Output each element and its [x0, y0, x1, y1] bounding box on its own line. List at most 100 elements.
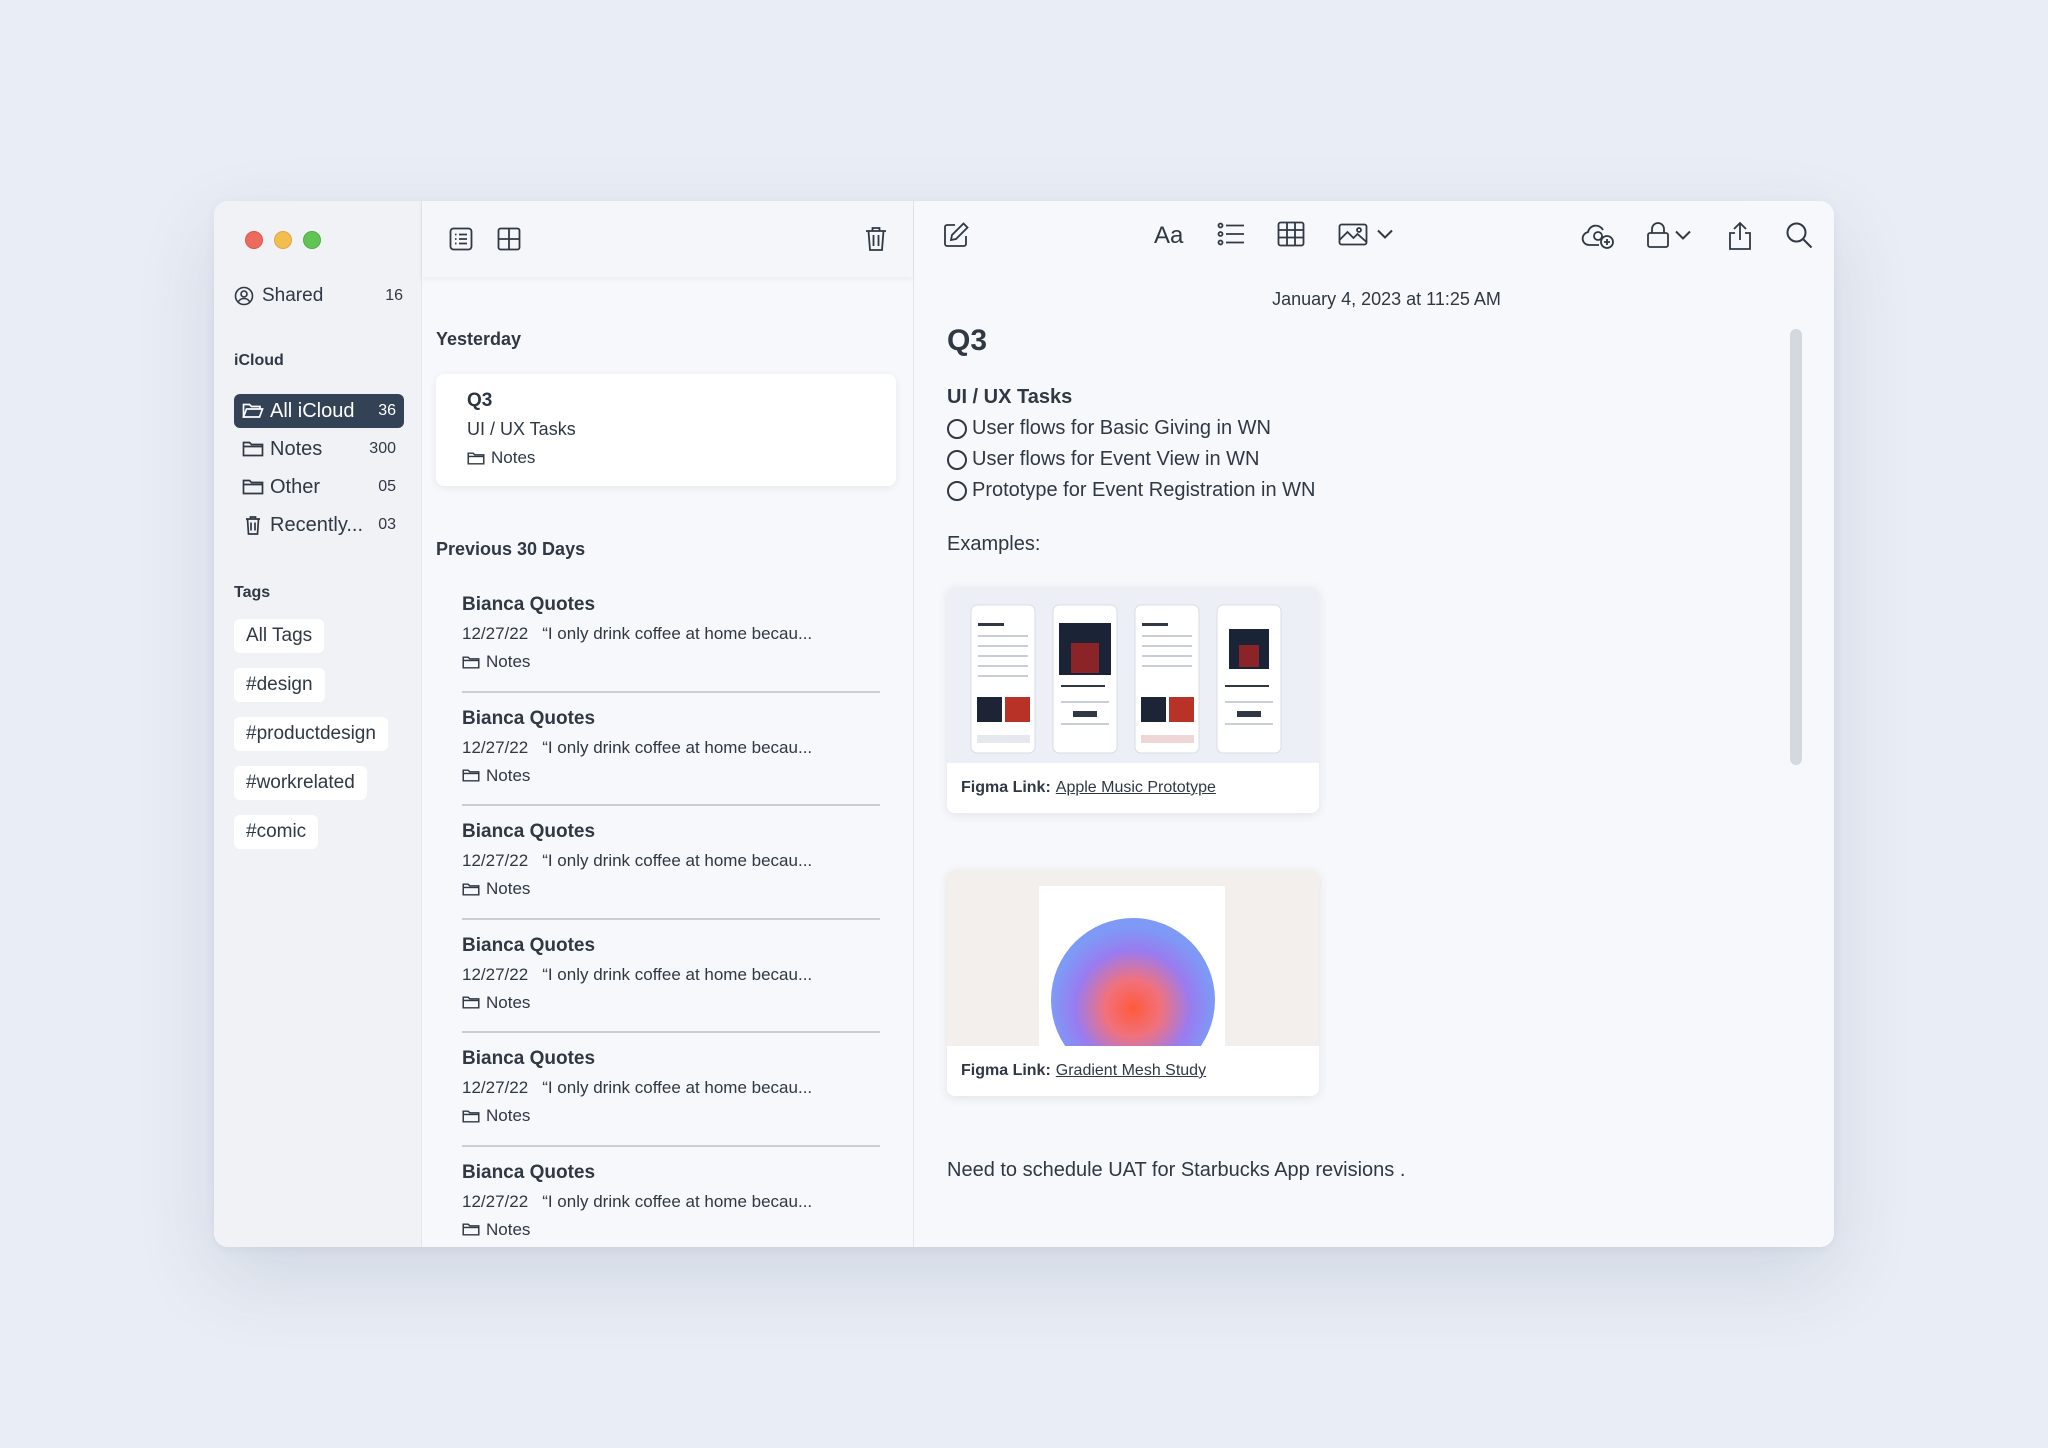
group-label-previous-30-days: Previous 30 Days	[436, 539, 586, 559]
sidebar-item-notes[interactable]: Notes 300	[234, 432, 404, 466]
note-title: Bianca Quotes	[462, 707, 596, 729]
new-note-button[interactable]	[942, 221, 970, 249]
note-date: 12/27/22	[462, 851, 529, 870]
table-button[interactable]	[1277, 221, 1305, 247]
note-title[interactable]: Q3	[947, 324, 987, 358]
note-title: Bianca Quotes	[462, 1048, 596, 1069]
sidebar-item-shared[interactable]: Shared 16	[234, 285, 403, 307]
folder-open-icon	[242, 403, 264, 418]
list-item[interactable]: Bianca Quotes 12/27/22 “I only drink coff…	[462, 920, 880, 1034]
checkbox[interactable]	[947, 480, 967, 501]
list-item[interactable]: Bianca Quotes 12/27/22 “I only drink coff…	[462, 806, 880, 920]
list-item[interactable]: Bianca Quotes 12/27/22 “I only drink coff…	[462, 579, 880, 693]
tag-comic[interactable]: #comic	[234, 815, 319, 849]
folder-icon	[462, 1223, 480, 1236]
checklist-item[interactable]: User flows for Basic Giving in WN	[947, 413, 1747, 444]
checklist-item-text: User flows for Event View in WN	[972, 448, 1260, 470]
note-card-selected[interactable]: Q3 UI / UX Tasks Notes	[436, 374, 896, 486]
note-date: 12/27/22	[462, 624, 529, 643]
folder-list: All iCloud 36 Notes 300 Other 05 Recentl…	[234, 394, 404, 546]
minimize-window-button[interactable]	[274, 231, 292, 249]
figma-embed-apple-music[interactable]: Figma Link: Apple Music Prototype	[947, 587, 1319, 813]
checkbox[interactable]	[947, 418, 967, 439]
list-item[interactable]: Bianca Quotes 12/27/22 “I only drink coff…	[462, 1033, 880, 1147]
note-preview: “I only drink coffee at home becau...	[542, 851, 813, 870]
embed-caption: Figma Link: Apple Music Prototype	[947, 763, 1319, 813]
editor-scrollbar[interactable]	[1790, 329, 1802, 765]
note-folder: Notes	[462, 990, 880, 1016]
note-meta: 12/27/22 “I only drink coffee at home bec…	[462, 846, 880, 876]
prototype-screens-image	[947, 587, 1319, 763]
sidebar-item-label: Recently...	[270, 513, 363, 536]
list-view-button[interactable]	[448, 226, 474, 252]
list-item[interactable]: Bianca Quotes 12/27/22 “I only drink coff…	[462, 693, 880, 807]
close-window-button[interactable]	[245, 231, 263, 249]
figma-link[interactable]: Apple Music Prototype	[1056, 779, 1216, 797]
media-button[interactable]	[1338, 221, 1394, 247]
lock-button[interactable]	[1646, 221, 1692, 249]
note-list-pane: Yesterday Q3 UI / UX Tasks Notes Previou…	[422, 201, 914, 1247]
share-button[interactable]	[1727, 221, 1753, 251]
folder-icon	[467, 451, 485, 465]
editor-toolbar: Aa	[914, 201, 1834, 277]
checkbox[interactable]	[947, 449, 967, 470]
tag-design[interactable]: #design	[234, 668, 325, 702]
note-folder: Notes	[467, 444, 865, 472]
note-folder-label: Notes	[486, 765, 531, 785]
table-icon	[1277, 221, 1305, 247]
window-controls	[245, 231, 321, 249]
checklist-item-text: User flows for Basic Giving in WN	[972, 417, 1271, 439]
embed-thumbnail	[947, 587, 1319, 763]
collaborate-button[interactable]	[1581, 221, 1615, 251]
examples-label: Examples:	[947, 533, 1041, 555]
figma-embed-gradient-mesh[interactable]: Figma Link: Gradient Mesh Study	[947, 870, 1319, 1096]
note-title: Bianca Quotes	[462, 1161, 596, 1183]
note-subheading: UI / UX Tasks	[947, 386, 1073, 408]
sidebar-item-recently-deleted[interactable]: Recently... 03	[234, 508, 404, 542]
note-timestamp: January 4, 2023 at 11:25 AM	[1272, 289, 1501, 309]
list-item[interactable]: Bianca Quotes 12/27/22 “I only drink coff…	[462, 1147, 880, 1248]
embed-caption: Figma Link: Gradient Mesh Study	[947, 1046, 1319, 1096]
tag-productdesign[interactable]: #productdesign	[234, 717, 388, 751]
sidebar-item-label: All iCloud	[270, 399, 355, 422]
chevron-down-icon	[1377, 229, 1393, 239]
note-title: Bianca Quotes	[462, 594, 596, 615]
search-button[interactable]	[1785, 221, 1813, 249]
note-meta: 12/27/22 “I only drink coffee at home bec…	[462, 1073, 880, 1103]
icloud-section-title: iCloud	[234, 352, 284, 369]
checklist-button[interactable]	[1217, 221, 1245, 247]
note-list: Bianca Quotes 12/27/22 “I only drink coff…	[462, 579, 880, 1247]
sidebar-item-label: Shared	[262, 285, 324, 306]
figma-link[interactable]: Gradient Mesh Study	[1056, 1062, 1206, 1080]
sidebar-item-label: Other	[270, 475, 321, 498]
trash-icon	[866, 227, 886, 251]
note-meta: 12/27/22 “I only drink coffee at home bec…	[462, 960, 880, 990]
sidebar-item-other[interactable]: Other 05	[234, 470, 404, 504]
list-view-icon	[449, 227, 473, 251]
compose-icon	[944, 222, 969, 247]
note-meta: 12/27/22 “I only drink coffee at home bec…	[462, 619, 880, 649]
note-body[interactable]: UI / UX Tasks User flows for Basic Givin…	[947, 382, 1747, 556]
note-folder-label: Notes	[486, 1219, 531, 1239]
chevron-down-icon	[1675, 230, 1691, 240]
checklist-item[interactable]: Prototype for Event Registration in WN	[947, 475, 1747, 506]
tag-workrelated[interactable]: #workrelated	[234, 766, 367, 800]
note-date: 12/27/22	[462, 1191, 529, 1211]
lock-icon	[1647, 222, 1669, 248]
note-preview: “I only drink coffee at home becau...	[542, 624, 813, 643]
gallery-view-button[interactable]	[496, 226, 522, 252]
format-button[interactable]: Aa	[1154, 222, 1183, 250]
sidebar-item-all-icloud[interactable]: All iCloud 36	[234, 394, 404, 428]
folder-count: 05	[378, 478, 396, 495]
tag-list: All Tags #design #productdesign #workrel…	[234, 619, 414, 864]
embed-caption-prefix: Figma Link:	[961, 779, 1051, 796]
zoom-window-button[interactable]	[303, 231, 321, 249]
search-icon	[1786, 222, 1813, 249]
checklist-item[interactable]: User flows for Event View in WN	[947, 444, 1747, 475]
shared-count: 16	[385, 287, 403, 304]
note-meta: 12/27/22 “I only drink coffee at home bec…	[462, 733, 880, 763]
delete-note-button[interactable]	[863, 225, 889, 253]
list-toolbar	[422, 201, 913, 277]
folder-icon	[242, 441, 264, 457]
tag-all-tags[interactable]: All Tags	[234, 619, 325, 653]
